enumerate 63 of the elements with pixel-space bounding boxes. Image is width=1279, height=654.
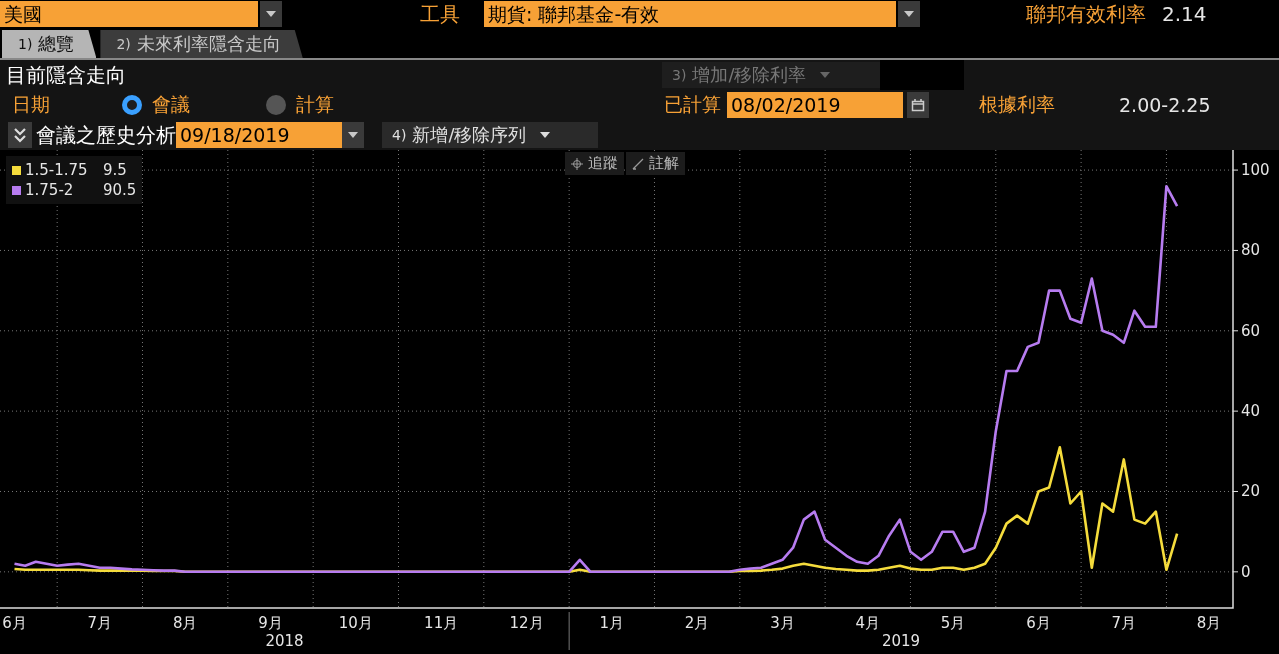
legend-value: 9.5 [103,161,127,179]
crosshair-icon [571,157,583,170]
x-axis-tick-label: 3月 [770,614,795,632]
x-axis-tick-label: 7月 [87,614,113,632]
pencil-icon [632,157,644,170]
basis-value: 2.00-2.25 [1119,94,1212,116]
y-axis-tick-label: 0 [1241,562,1251,581]
legend-label: 1.75-2 [25,181,75,199]
x-axis-tick-label: 1月 [599,614,625,632]
y-axis-tick-label: 80 [1241,241,1261,260]
caret-icon [348,132,358,138]
collapse-button[interactable] [8,122,32,148]
year-label: 2018 [265,632,304,650]
caret-icon [904,11,914,17]
x-axis-tick-label: 6月 [1026,614,1051,632]
dropdown-arrow-button[interactable] [260,1,282,27]
rate-label: 聯邦有效利率 [1026,0,1146,28]
radio-label: 計算 [296,92,334,117]
date-field[interactable]: 08/02/2019 [727,92,903,118]
date-label: 日期 [12,92,51,117]
tools-dropdown[interactable]: 期貨: 聯邦基金-有效 [484,1,896,27]
dropdown-arrow-button[interactable] [898,1,920,27]
y-axis-tick-label: 60 [1241,321,1261,340]
x-axis-tick-label: 5月 [940,614,966,632]
x-axis-tick-label: 6月 [2,614,27,632]
chart-tool-button[interactable]: 追蹤 [565,152,624,175]
series-menu-button[interactable]: 4) 新增/移除序列 [382,122,598,148]
calendar-icon [911,98,925,112]
year-label: 2019 [882,632,921,650]
meeting-date-dropdown[interactable]: 09/18/2019 [176,122,342,148]
radio-button[interactable] [266,95,286,115]
x-axis-tick-label: 2月 [684,614,710,632]
legend-label: 1.5-1.75 [25,161,89,179]
x-axis-tick-label: 8月 [172,614,198,632]
radio-label: 會議 [152,92,190,117]
tools-label: 工具 [420,0,460,28]
x-axis-tick-label: 12月 [509,614,544,632]
tab[interactable]: 1) 總覽 [2,30,97,58]
x-axis-tick-label: 10月 [338,614,373,632]
x-axis-tick-label: 9月 [258,614,283,632]
rate-value: 2.14 [1162,2,1207,26]
double-chevron-icon [13,127,27,143]
chart-tool-button[interactable]: 註解 [626,152,685,175]
region-dropdown[interactable]: 美國 [0,1,258,27]
legend-value: 90.5 [103,181,137,199]
y-axis-tick-label: 20 [1241,482,1261,501]
caret-icon [266,11,276,17]
x-axis-tick-label: 7月 [1111,614,1137,632]
x-axis-tick-label: 8月 [1196,614,1222,632]
y-axis-tick-label: 40 [1241,402,1261,421]
y-axis-tick-label: 100 [1241,161,1270,180]
history-title: 會議之歷史分析 [36,121,176,149]
radio-button[interactable] [122,95,142,115]
dropdown-arrow-button[interactable] [342,122,364,148]
tab[interactable]: 2) 未來利率隱含走向 [100,30,303,58]
x-axis-tick-label: 4月 [855,614,881,632]
calculated-label: 已計算 [664,92,721,117]
basis-label: 根據利率 [979,92,1056,117]
x-axis-tick-label: 11月 [424,614,459,632]
caret-icon [540,132,551,138]
calendar-button[interactable] [907,92,929,118]
section-title: 目前隱含走向 [5,61,127,89]
caret-icon [820,72,831,78]
